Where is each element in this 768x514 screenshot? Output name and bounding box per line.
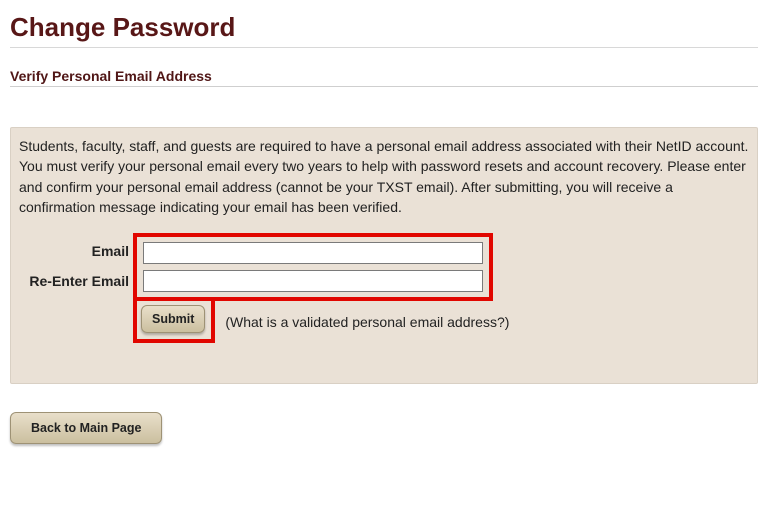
divider-sub xyxy=(10,86,758,87)
section-subtitle: Verify Personal Email Address xyxy=(10,68,758,84)
divider-top xyxy=(10,47,758,48)
inputs-highlight-box xyxy=(133,233,493,301)
submit-highlight-box: Submit xyxy=(133,297,215,343)
page-title: Change Password xyxy=(10,12,758,43)
email-fields-group: Email Re-Enter Email xyxy=(19,233,749,301)
verify-email-panel: Students, faculty, staff, and guests are… xyxy=(10,127,758,384)
email-label: Email xyxy=(19,240,133,266)
submit-button[interactable]: Submit xyxy=(141,305,205,333)
instructions-text: Students, faculty, staff, and guests are… xyxy=(19,136,749,217)
back-row: Back to Main Page xyxy=(10,412,758,444)
reenter-email-label: Re-Enter Email xyxy=(19,270,133,296)
back-to-main-button[interactable]: Back to Main Page xyxy=(10,412,162,444)
email-input[interactable] xyxy=(143,242,483,264)
submit-row: Submit (What is a validated personal ema… xyxy=(19,301,749,343)
help-link[interactable]: (What is a validated personal email addr… xyxy=(225,314,509,330)
reenter-email-input[interactable] xyxy=(143,270,483,292)
